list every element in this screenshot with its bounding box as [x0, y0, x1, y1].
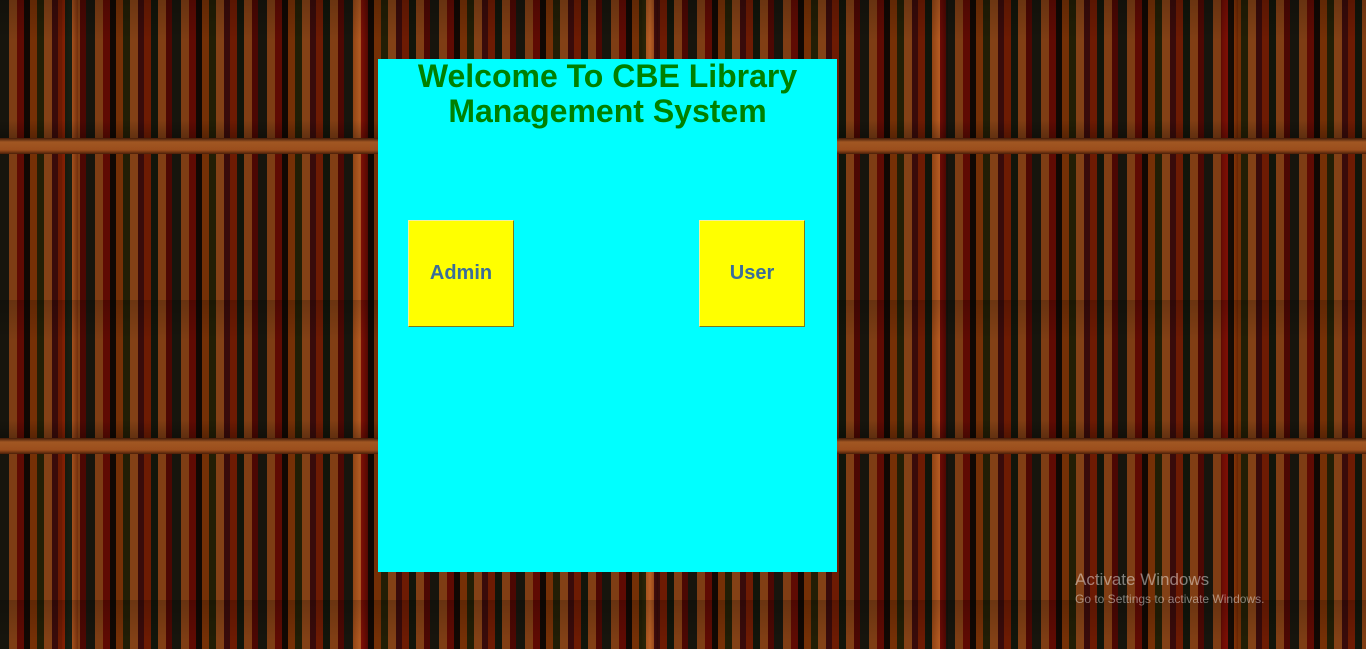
main-panel: Welcome To CBE Library Management System… — [378, 59, 837, 572]
page-title-line-1: Welcome To CBE Library — [417, 58, 798, 94]
admin-button[interactable]: Admin — [408, 220, 514, 327]
watermark-title: Activate Windows — [1075, 570, 1210, 589]
admin-button-label: Admin — [429, 262, 493, 284]
user-button[interactable]: User — [699, 220, 805, 327]
page-title-line-2: Management System — [448, 93, 767, 129]
activate-windows-watermark: Activate Windows Go to Settings to activ… — [1075, 570, 1264, 606]
user-button-label: User — [729, 262, 775, 284]
page-title: Welcome To CBE Library Management System — [378, 59, 837, 129]
watermark-subtitle: Go to Settings to activate Windows. — [1075, 592, 1265, 606]
